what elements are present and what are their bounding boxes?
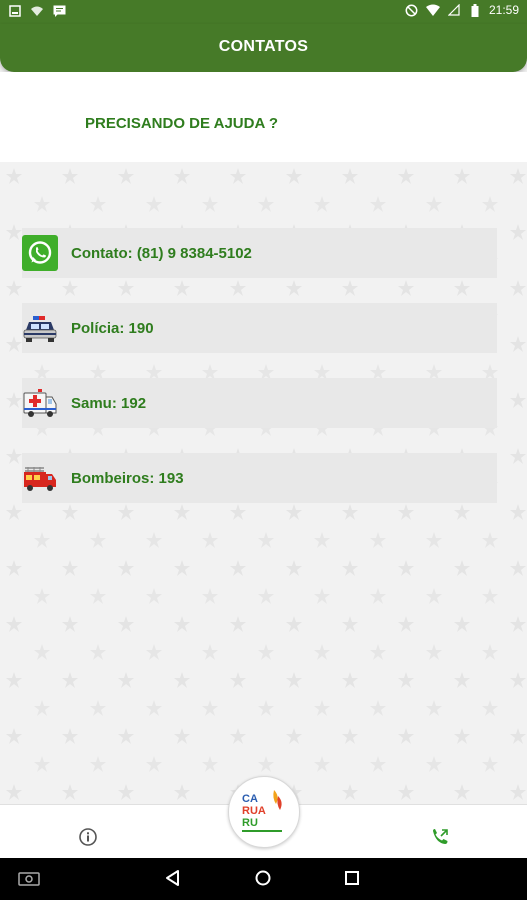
caruaru-logo-icon: CA RUA RU [242,790,282,832]
message-icon [52,4,66,18]
app-bar: CONTATOS [0,24,527,72]
wifi-icon [425,3,440,17]
status-bar: 21:59 [0,0,527,24]
status-time: 21:59 [488,3,519,17]
system-navigation-bar [0,858,527,900]
contact-item-policia[interactable]: Polícia: 190 [22,303,497,353]
logo-line: RUA [242,805,266,817]
contact-item-samu[interactable]: Samu: 192 [22,378,497,428]
back-icon[interactable] [164,869,182,892]
app-logo-button[interactable]: CA RUA RU [228,776,300,848]
recent-apps-icon[interactable] [343,869,361,892]
ambulance-icon [22,385,58,421]
contact-label: Polícia: 190 [71,319,154,337]
wifi-question-icon [30,4,44,18]
do-not-disturb-icon [405,3,419,17]
contact-label: Bombeiros: 193 [71,469,184,487]
fire-truck-icon [22,460,58,496]
info-icon[interactable] [78,827,98,847]
page-title: CONTATOS [218,38,309,55]
whatsapp-icon [22,235,58,271]
screenshot-toggle-icon[interactable] [18,871,40,892]
screenshot-icon [8,4,22,18]
help-text: PRECISANDO DE AJUDA ? [85,115,279,132]
logo-line: CA [242,793,258,805]
help-section: PRECISANDO DE AJUDA ? [0,72,527,162]
logo-line: RU [242,817,258,829]
signal-icon [447,3,461,17]
battery-icon [468,3,482,17]
contact-item-whatsapp[interactable]: Contato: (81) 9 8384-5102 [22,228,497,278]
phone-call-icon[interactable] [430,827,450,847]
police-car-icon [22,310,58,346]
contact-label: Contato: (81) 9 8384-5102 [71,244,252,262]
contact-item-bombeiros[interactable]: Bombeiros: 193 [22,453,497,503]
home-icon[interactable] [254,869,272,892]
contacts-area: Contato: (81) 9 8384-5102 Polícia: 190 S… [0,162,527,804]
contact-label: Samu: 192 [71,394,147,412]
